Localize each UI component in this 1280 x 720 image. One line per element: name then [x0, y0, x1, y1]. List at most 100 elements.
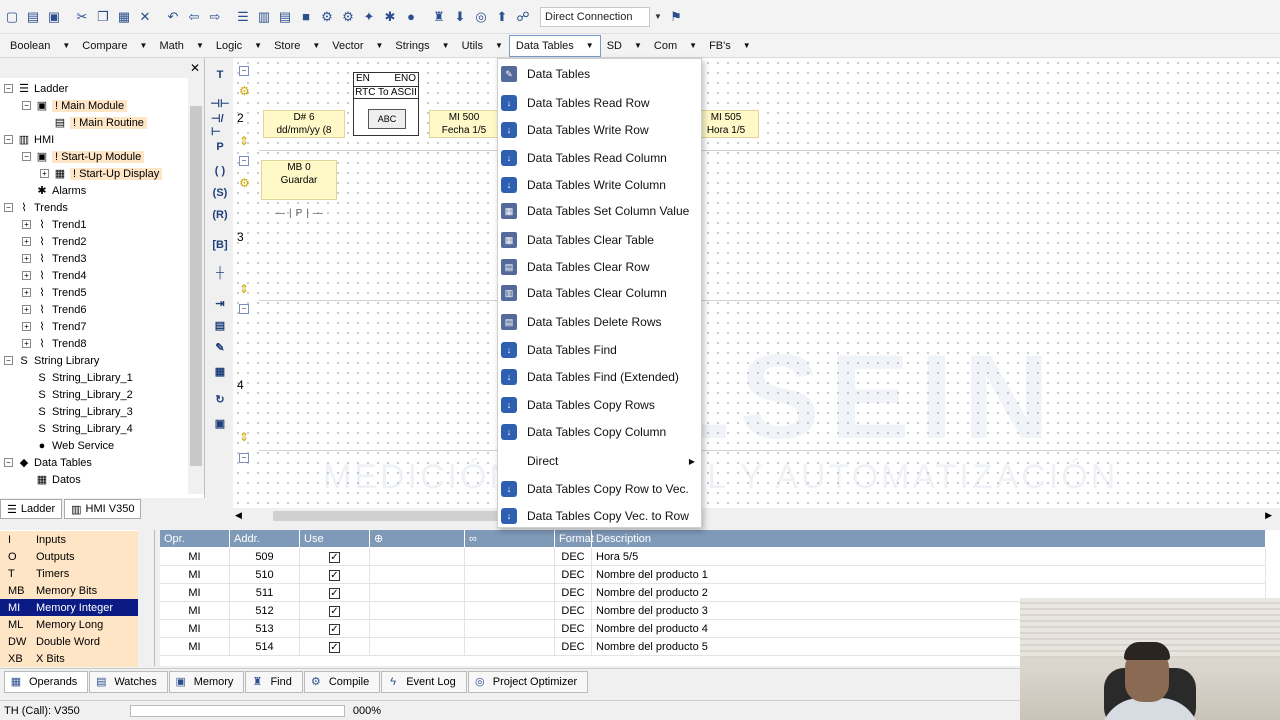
find-icon[interactable]: ♜ [429, 7, 449, 27]
menu-fbs[interactable]: FB's ▼ [703, 35, 757, 57]
tree-item[interactable]: + ▦ ! Start-Up Display [40, 165, 163, 182]
menu-item[interactable]: ↓ Data Tables Copy Vec. to Row [498, 505, 701, 527]
column-header-opr[interactable]: Opr. [160, 530, 230, 547]
operand-type-item[interactable]: MB Memory Bits [0, 582, 138, 599]
menu-item[interactable]: ▦ Data Tables Set Column Value [498, 200, 701, 222]
rung-up-arrow-icon[interactable]: ⇕ [239, 134, 253, 148]
expand-icon[interactable]: + [22, 305, 31, 314]
menu-boolean[interactable]: Boolean ▼ [4, 35, 76, 57]
column-header-format[interactable]: Format [555, 530, 594, 547]
column-header-use[interactable]: Use [300, 530, 370, 547]
cell-format[interactable]: DEC [555, 602, 592, 620]
operand-type-item[interactable]: T Timers [0, 565, 138, 582]
expand-icon[interactable]: + [22, 339, 31, 348]
communication-settings-icon[interactable]: ⚑ [666, 7, 686, 27]
operand-type-item[interactable]: MI Memory Integer [0, 599, 138, 616]
collapse-icon[interactable]: − [22, 101, 31, 110]
contact-nc-icon[interactable]: ⊣/⊢ [211, 113, 229, 138]
tree-item[interactable]: + ⌇ Trend5 [22, 284, 86, 301]
cell-link[interactable] [465, 620, 555, 638]
cell-opr[interactable]: MI [160, 638, 230, 656]
line-tool-icon[interactable]: ┼ [211, 264, 229, 282]
tree-item[interactable]: + ⌇ Trend4 [22, 267, 86, 284]
cell-format[interactable]: DEC [555, 620, 592, 638]
menu-item[interactable]: ↓ Data Tables Copy Row to Vec. [498, 478, 701, 500]
menu-item[interactable]: ▦ Data Tables Clear Table [498, 229, 701, 251]
cell-opr[interactable]: MI [160, 566, 230, 584]
cell-opr[interactable]: MI [160, 620, 230, 638]
document-icon[interactable]: ▤ [275, 7, 295, 27]
cell-link[interactable] [465, 548, 555, 566]
rung-collapse-icon[interactable]: − [239, 66, 249, 76]
loop-tool-icon[interactable]: ↻ [211, 390, 229, 408]
hmi-view-icon[interactable]: ▥ [254, 7, 274, 27]
tab-hmi[interactable]: ▥ HMI V350 [64, 499, 142, 519]
table-row[interactable]: MI 510 ✓ DEC Nombre del producto 1 [160, 566, 1266, 584]
tab-event-log[interactable]: ϟ Event Log [381, 670, 467, 693]
connection-icon[interactable]: ☍ [513, 7, 533, 27]
tree-item[interactable]: + ⌇ Trend8 [22, 335, 86, 352]
insert-tool-icon[interactable]: ⇥ [211, 294, 229, 312]
menu-vector[interactable]: Vector ▼ [326, 35, 389, 57]
cell-use[interactable]: ✓ [300, 548, 370, 566]
expand-icon[interactable]: + [22, 322, 31, 331]
reset-coil-icon[interactable]: (R) [211, 206, 229, 224]
tree-item[interactable]: + ⌇ Trend7 [22, 318, 86, 335]
tree-item[interactable]: S String_Library_3 [22, 403, 132, 420]
operand-type-item[interactable]: DW Double Word [0, 633, 138, 650]
cell-power-up[interactable] [370, 548, 465, 566]
column-header-link[interactable]: ∞ [465, 530, 555, 547]
expand-icon[interactable]: + [22, 220, 31, 229]
operand-scrollbar[interactable] [138, 530, 154, 666]
library-tool-icon[interactable]: ▣ [211, 414, 229, 432]
compile-icon[interactable]: ⚙ [317, 7, 337, 27]
collapse-icon[interactable]: − [4, 458, 13, 467]
save-icon[interactable]: ▣ [44, 7, 64, 27]
rung-collapse-icon[interactable]: − [239, 156, 249, 166]
tree-item[interactable]: − ◆ Data Tables [4, 454, 92, 471]
collapse-icon[interactable]: − [4, 84, 13, 93]
tree-item[interactable]: − ▥ HMI [4, 131, 54, 148]
tree-item[interactable]: − ⌇ Trends [4, 199, 68, 216]
input-operand-box[interactable]: D# 6 dd/mm/yy (8 [263, 110, 345, 138]
rtc-to-ascii-block[interactable]: EN ENO RTC To ASCII ABC [353, 72, 419, 136]
coil-icon[interactable]: ( ) [211, 162, 229, 180]
menu-strings[interactable]: Strings ▼ [389, 35, 455, 57]
menu-item[interactable]: ↓ Data Tables Find [498, 339, 701, 361]
collapse-icon[interactable]: − [22, 152, 31, 161]
new-file-icon[interactable]: ▢ [2, 7, 22, 27]
cell-format[interactable]: DEC [555, 548, 592, 566]
cell-link[interactable] [465, 566, 555, 584]
operand-type-item[interactable]: ML Memory Long [0, 616, 138, 633]
menu-item[interactable]: ↓ Data Tables Read Column [498, 147, 701, 169]
cell-description[interactable]: Nombre del producto 1 [592, 566, 1266, 584]
delete-icon[interactable]: ✕ [135, 7, 155, 27]
menu-item[interactable]: ↓ Data Tables Copy Column [498, 421, 701, 443]
tab-ladder[interactable]: ☰ Ladder [0, 499, 63, 519]
cell-power-up[interactable] [370, 620, 465, 638]
device-icon[interactable]: ■ [296, 7, 316, 27]
rung-up-arrow-icon[interactable]: ⇕ [239, 282, 253, 296]
menu-item[interactable]: ▤ Data Tables Clear Row [498, 256, 701, 278]
cell-power-up[interactable] [370, 584, 465, 602]
tree-item[interactable]: S String_Library_1 [22, 369, 132, 386]
cell-link[interactable] [465, 602, 555, 620]
output2-operand-box[interactable]: MI 505 Hora 1/5 [693, 110, 759, 138]
menu-store[interactable]: Store ▼ [268, 35, 326, 57]
cell-opr[interactable]: MI [160, 584, 230, 602]
tree-item[interactable]: ● Web Service [22, 437, 114, 454]
cell-addr[interactable]: 513 [230, 620, 300, 638]
cell-opr[interactable]: MI [160, 548, 230, 566]
tools-icon[interactable]: ✱ [380, 7, 400, 27]
tree-item[interactable]: − ▣ ! Start-Up Module [22, 148, 145, 165]
undo-icon[interactable]: ↶ [163, 7, 183, 27]
menu-data-tables[interactable]: Data Tables ▼ [508, 34, 601, 57]
operand-type-item[interactable]: I Inputs [0, 531, 138, 548]
light-bulb-icon[interactable]: ✦ [359, 7, 379, 27]
rung-up-arrow-icon[interactable]: ⇕ [239, 430, 253, 444]
cell-use[interactable]: ✓ [300, 602, 370, 620]
cell-use[interactable]: ✓ [300, 584, 370, 602]
set-coil-icon[interactable]: (S) [211, 184, 229, 202]
column-header-power-up[interactable]: ⊕ [370, 530, 465, 547]
expand-icon[interactable]: + [40, 169, 49, 178]
